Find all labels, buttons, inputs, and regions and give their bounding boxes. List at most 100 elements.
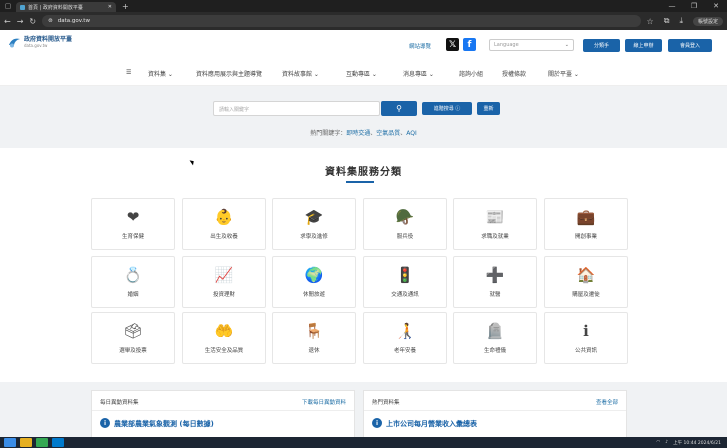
file-explorer-icon[interactable] (20, 438, 32, 447)
forward-icon[interactable]: → (17, 17, 24, 26)
hot-keyword-link[interactable]: AQI (406, 130, 417, 137)
nav-item-stories[interactable]: 資料故事館 ⌄ (282, 69, 319, 78)
clock[interactable]: 上午 10:44 2024/6/21 (673, 440, 721, 446)
bookmark-star-icon[interactable]: ☆ (647, 17, 654, 26)
clock-time: 上午 10:44 (673, 440, 697, 446)
nav-label: 關於平臺 (548, 71, 573, 78)
hot-keyword-link[interactable]: 即時交通 (346, 130, 370, 137)
category-card[interactable]: 🪑 退休 (272, 312, 356, 364)
category-label: 退休 (308, 348, 320, 354)
x-social-icon[interactable]: 𝕏 (446, 38, 459, 51)
address-bar[interactable]: ⊜ data.gov.tw (42, 15, 641, 27)
tab-close-icon[interactable]: ✕ (108, 4, 112, 10)
panel-link[interactable]: 下載每日異動資料 (302, 398, 346, 406)
category-card[interactable]: 👶 出生及收養 (182, 198, 266, 250)
advanced-search-button[interactable]: 進階搜尋 ⓘ (422, 102, 472, 115)
member-login-button[interactable]: 會員登入 (668, 39, 712, 52)
extensions-icon[interactable]: ⧉ (664, 16, 670, 26)
facebook-icon[interactable]: f (463, 38, 476, 51)
nav-label: 授權條款 (502, 71, 527, 78)
category-card[interactable]: 🗳 選舉及投票 (91, 312, 175, 364)
system-tray: ◠ ♪ 上午 10:44 2024/6/21 (656, 440, 727, 446)
search-button[interactable]: ⚲ (381, 101, 417, 116)
category-card[interactable]: 🌍 休閒旅遊 (272, 256, 356, 308)
category-label: 生活安全及品質 (204, 348, 244, 354)
category-card[interactable]: 🎓 求學及進修 (272, 198, 356, 250)
menu-icon[interactable]: ☰ (126, 69, 131, 76)
favicon-icon (20, 4, 25, 10)
volume-icon[interactable]: ♪ (665, 440, 668, 445)
nav-item-about[interactable]: 關於平臺 ⌄ (548, 69, 579, 78)
category-label: 求職及就業 (481, 234, 509, 240)
wifi-icon[interactable]: ◠ (656, 440, 660, 445)
chevron-down-icon: ⌄ (564, 42, 569, 48)
category-icon: 🧑‍🦯 (395, 322, 415, 340)
back-icon[interactable]: ← (4, 17, 11, 26)
advanced-search-label: 進階搜尋 (433, 106, 454, 112)
search-input[interactable]: 請輸入關鍵字 (213, 101, 380, 116)
categories-title: 資料集服務分類 (325, 167, 402, 178)
category-label: 選舉及投票 (119, 348, 147, 354)
category-card[interactable]: 🪦 生命禮儀 (453, 312, 537, 364)
new-tab-icon[interactable]: + (116, 2, 135, 11)
nav-item-advisory[interactable]: 諮詢小組 (459, 69, 483, 78)
panel-heading: 每日異動資料集 (100, 400, 139, 406)
nav-item-datasets[interactable]: 資料集 ⌄ (148, 69, 173, 78)
category-icon: 🎓 (304, 208, 324, 226)
reload-icon[interactable]: ↻ (29, 17, 36, 26)
maximize-icon[interactable]: ❐ (683, 2, 705, 10)
category-card[interactable]: ➕ 就醫 (453, 256, 537, 308)
category-label: 生育保健 (121, 234, 144, 240)
language-select[interactable]: Language ⌄ (489, 39, 574, 51)
nav-label: 諮詢小組 (459, 71, 484, 78)
category-card[interactable]: ℹ 公共資訊 (544, 312, 628, 364)
panel-heading: 熱門資料集 (372, 400, 400, 406)
url-text: data.gov.tw (57, 18, 90, 24)
panel-link[interactable]: 查看全部 (596, 398, 618, 406)
start-icon[interactable] (4, 438, 16, 447)
nav-item-interaction[interactable]: 互動專區 ⌄ (346, 69, 377, 78)
dataset-link[interactable]: 農業部農業氣象觀測 (每日數據) (114, 419, 214, 429)
category-card[interactable]: 🧑‍🦯 老年安養 (363, 312, 447, 364)
window-controls: — ❐ ✕ (661, 2, 727, 10)
category-card[interactable]: ❤ 生育保健 (91, 198, 175, 250)
language-placeholder: Language (494, 42, 519, 48)
vscode-icon[interactable] (52, 438, 64, 447)
downloads-icon[interactable]: ⤓ (679, 16, 683, 26)
category-icon: 🪦 (485, 322, 505, 340)
nav-item-license[interactable]: 授權條款 (502, 69, 526, 78)
dataset-link[interactable]: 上市公司每月營業收入彙總表 (386, 419, 477, 429)
online-apply-button[interactable]: 線上申辦 (625, 39, 662, 52)
search-section: 請輸入關鍵字 ⚲ 進階搜尋 ⓘ 重新 熱門關鍵字：即時交通、空氣品質、AQI (0, 86, 727, 148)
minimize-icon[interactable]: — (661, 2, 683, 10)
chrome-icon[interactable] (36, 438, 48, 447)
category-card[interactable]: 💍 婚姻 (91, 256, 175, 308)
category-card[interactable]: 📈 投資理財 (182, 256, 266, 308)
site-header: 政府資料開放平臺 data.gov.tw 網站導覽 𝕏 f Language ⌄… (0, 30, 727, 60)
category-label: 求學及進修 (300, 234, 328, 240)
category-guide-button[interactable]: 分類手 (583, 39, 620, 52)
tab-title: 首頁 | 政府資料開放平臺 (28, 4, 83, 11)
category-icon: 🪖 (395, 208, 415, 226)
category-card[interactable]: 🤲 生活安全及品質 (182, 312, 266, 364)
close-window-icon[interactable]: ✕ (705, 2, 727, 10)
category-card[interactable]: 📰 求職及就業 (453, 198, 537, 250)
category-card[interactable]: 🏠 購屋及遷徙 (544, 256, 628, 308)
hot-keyword-link[interactable]: 空氣品質 (376, 130, 400, 137)
popular-datasets-panel: 熱門資料集 查看全部 i 上市公司每月營業收入彙總表 (363, 390, 627, 440)
site-logo[interactable]: 政府資料開放平臺 data.gov.tw (8, 36, 72, 48)
site-info-icon[interactable]: ⊜ (48, 18, 53, 24)
category-card[interactable]: 🪖 服兵役 (363, 198, 447, 250)
category-label: 公共資訊 (574, 348, 597, 354)
browser-tab[interactable]: 首頁 | 政府資料開放平臺 ✕ (16, 2, 116, 12)
profile-button[interactable]: 帳號設定 (692, 16, 723, 26)
site-guide-link[interactable]: 網站導覽 (409, 42, 431, 50)
category-card[interactable]: 🚦 交通及通訊 (363, 256, 447, 308)
reset-button[interactable]: 重新 (477, 102, 500, 115)
nav-item-applications[interactable]: 資料應用展示與主題導覽 (196, 69, 262, 78)
category-card[interactable]: 💼 開創事業 (544, 198, 628, 250)
tab-actions-icon[interactable]: ▢ (0, 0, 16, 12)
nav-label: 資料故事館 (282, 71, 313, 78)
category-icon: 💼 (576, 208, 596, 226)
nav-item-news[interactable]: 消息專區 ⌄ (403, 69, 434, 78)
